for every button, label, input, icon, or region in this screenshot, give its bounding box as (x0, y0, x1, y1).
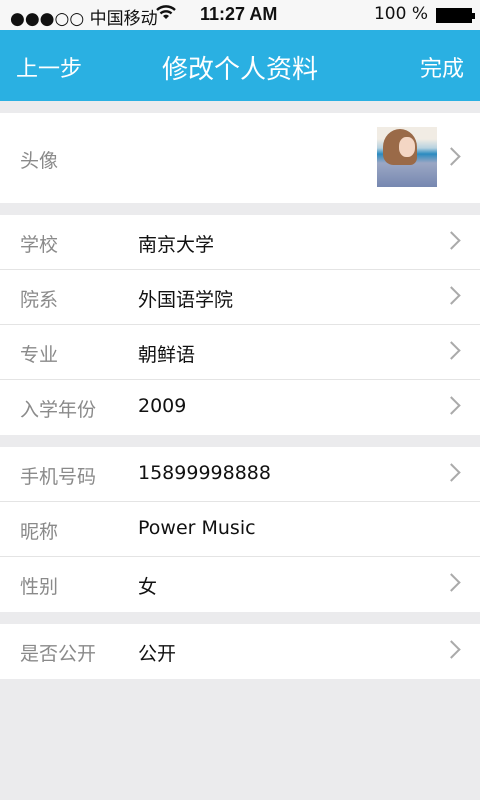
nickname-label: 昵称 (20, 521, 59, 543)
avatar-row[interactable]: 头像 (0, 113, 480, 203)
major-label: 专业 (20, 344, 59, 366)
chevron-right-icon (442, 147, 461, 166)
clock: 11:27 AM (200, 4, 278, 24)
gender-value: 女 (138, 576, 158, 598)
wifi-icon (156, 4, 176, 24)
school-group: 学校 南京大学 院系 外国语学院 专业 朝鲜语 入学年份 2009 (0, 215, 480, 435)
avatar-label: 头像 (20, 150, 59, 172)
enroll-year-row[interactable]: 入学年份 2009 (0, 380, 480, 435)
gender-row[interactable]: 性别 女 (0, 557, 480, 612)
carrier: ●●●○○ 中国移动 (10, 9, 158, 29)
privacy-group: 是否公开 公开 (0, 624, 480, 679)
avatar-group: 头像 (0, 113, 480, 203)
phone-label: 手机号码 (20, 466, 97, 488)
chevron-right-icon (442, 341, 461, 360)
battery-icon (436, 8, 475, 23)
enroll-year-label: 入学年份 (20, 399, 97, 421)
enroll-year-value: 2009 (138, 395, 187, 417)
department-row[interactable]: 院系 外国语学院 (0, 270, 480, 325)
department-label: 院系 (20, 289, 59, 311)
public-value: 公开 (138, 643, 177, 665)
battery-percent: 100 % (373, 4, 428, 24)
school-value: 南京大学 (138, 234, 215, 256)
nav-bar: 上一步 修改个人资料 完成 (0, 30, 480, 101)
school-label: 学校 (20, 234, 59, 256)
public-label: 是否公开 (20, 643, 97, 665)
nickname-value[interactable]: Power Music (138, 517, 256, 539)
chevron-right-icon (442, 231, 461, 250)
school-row[interactable]: 学校 南京大学 (0, 215, 480, 270)
major-row[interactable]: 专业 朝鲜语 (0, 325, 480, 380)
phone-value: 15899998888 (138, 462, 271, 484)
chevron-right-icon (442, 463, 461, 482)
status-bar: ●●●○○ 中国移动 11:27 AM 100 % (0, 0, 480, 30)
chevron-right-icon (442, 396, 461, 415)
gender-label: 性别 (20, 576, 59, 598)
department-value: 外国语学院 (138, 289, 234, 311)
public-row[interactable]: 是否公开 公开 (0, 624, 480, 679)
chevron-right-icon (442, 573, 461, 592)
done-button[interactable]: 完成 (420, 51, 464, 83)
avatar (377, 127, 437, 187)
nickname-row[interactable]: 昵称 Power Music (0, 502, 480, 557)
major-value: 朝鲜语 (138, 344, 196, 366)
chevron-right-icon (442, 286, 461, 305)
back-button[interactable]: 上一步 (16, 51, 82, 83)
phone-row[interactable]: 手机号码 15899998888 (0, 447, 480, 502)
chevron-right-icon (442, 640, 461, 659)
contact-group: 手机号码 15899998888 昵称 Power Music 性别 女 (0, 447, 480, 612)
